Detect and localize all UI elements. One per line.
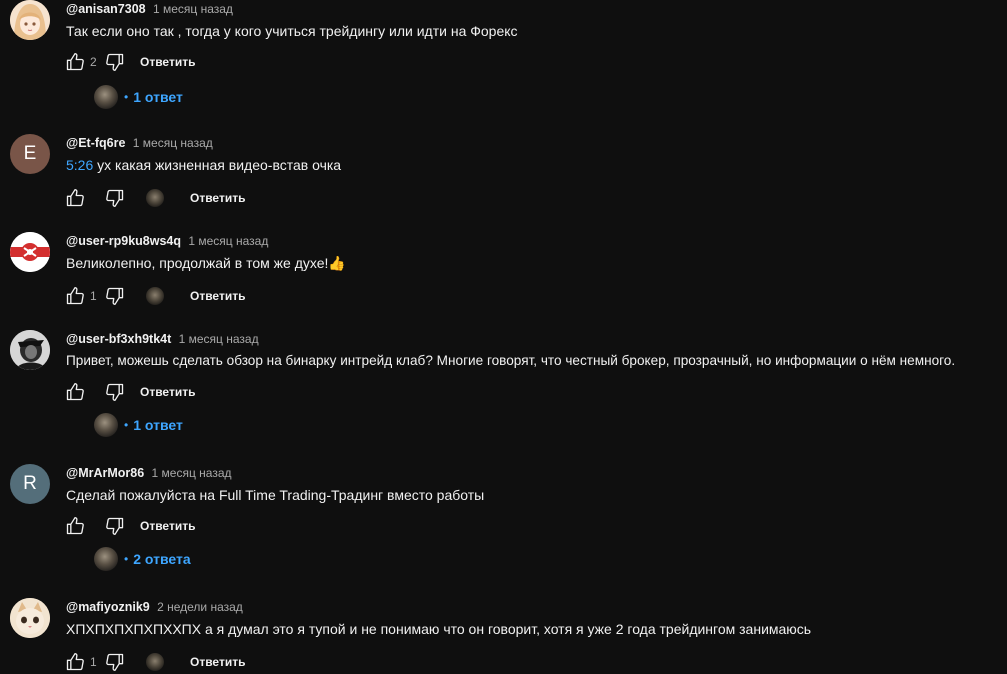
dislike-button[interactable] bbox=[104, 187, 126, 209]
comment-header: @anisan7308 1 месяц назад bbox=[66, 1, 233, 17]
dot-separator: • bbox=[124, 552, 129, 566]
cat-photo-avatar-icon bbox=[10, 598, 50, 638]
creator-heart-icon bbox=[146, 287, 164, 305]
thumb-up-icon bbox=[66, 517, 84, 535]
view-replies-button[interactable]: • 1 ответ bbox=[94, 84, 183, 110]
avatar[interactable] bbox=[10, 330, 50, 370]
comment-text: Привет, можешь сделать обзор на бинарку … bbox=[66, 351, 955, 371]
reply-button[interactable]: Ответить bbox=[140, 55, 195, 69]
comment-author[interactable]: @user-bf3xh9tk4t bbox=[66, 332, 171, 346]
comment-date[interactable]: 1 месяц назад bbox=[153, 2, 233, 16]
flag-emblem-avatar-icon bbox=[10, 232, 50, 272]
thumb-down-icon bbox=[106, 517, 124, 535]
comment-text-body: Привет, можешь сделать обзор на бинарку … bbox=[66, 353, 956, 368]
thumb-up-icon bbox=[66, 383, 84, 401]
thumb-down-icon bbox=[106, 189, 124, 207]
comment-author[interactable]: @Et-fq6re bbox=[66, 136, 125, 150]
comment-actions: Ответить bbox=[64, 186, 245, 210]
creator-heart-icon bbox=[146, 189, 164, 207]
dot-separator: • bbox=[124, 90, 129, 104]
like-button[interactable] bbox=[64, 51, 86, 73]
comment-date[interactable]: 1 месяц назад bbox=[152, 466, 232, 480]
comment-text: ХПХПХПХПХПХХПХ а я думал это я тупой и н… bbox=[66, 619, 811, 639]
comment-header: @MrArMor86 1 месяц назад bbox=[66, 465, 232, 481]
comment-actions: Ответить bbox=[64, 380, 195, 404]
thumb-up-icon bbox=[66, 287, 84, 305]
comment-text: 5:26 ух какая жизненная видео-встав очка bbox=[66, 155, 341, 175]
thumb-down-icon bbox=[106, 53, 124, 72]
thumb-up-icon bbox=[66, 53, 84, 71]
like-button[interactable] bbox=[64, 651, 86, 673]
comment-author[interactable]: @anisan7308 bbox=[66, 2, 146, 16]
avatar[interactable] bbox=[10, 598, 50, 638]
dislike-button[interactable] bbox=[104, 651, 126, 673]
like-count: 1 bbox=[90, 655, 97, 669]
comment-text-body: Так если оно так , тогда у кого учиться … bbox=[66, 23, 518, 39]
anime-girl-avatar-icon bbox=[10, 0, 50, 40]
creator-avatar bbox=[94, 413, 118, 437]
creator-avatar bbox=[94, 85, 118, 109]
comment-header: @mafiyoznik9 2 недели назад bbox=[66, 599, 243, 615]
comment-date[interactable]: 1 месяц назад bbox=[133, 136, 213, 150]
comment-actions: Ответить bbox=[64, 514, 195, 538]
avatar[interactable] bbox=[10, 0, 50, 40]
dislike-button[interactable] bbox=[104, 285, 126, 307]
replies-count-link[interactable]: 1 ответ bbox=[133, 89, 183, 105]
reply-button[interactable]: Ответить bbox=[140, 385, 195, 399]
comment-header: @user-bf3xh9tk4t 1 месяц назад bbox=[66, 331, 259, 347]
replies-count-link[interactable]: 2 ответа bbox=[133, 551, 190, 567]
thumb-down-icon bbox=[106, 287, 124, 305]
comment-text-body: Сделай пожалуйста на Full Time Trading-Т… bbox=[66, 487, 485, 503]
dot-separator: • bbox=[124, 418, 129, 432]
dislike-button[interactable] bbox=[104, 51, 126, 73]
comment-header: @Et-fq6re 1 месяц назад bbox=[66, 135, 213, 151]
like-button[interactable] bbox=[64, 381, 86, 403]
comment-date[interactable]: 1 месяц назад bbox=[188, 234, 268, 248]
bw-photo-avatar-icon bbox=[10, 330, 50, 370]
like-count: 2 bbox=[90, 55, 97, 69]
avatar-letter: R bbox=[23, 473, 37, 494]
comment-author[interactable]: @mafiyoznik9 bbox=[66, 600, 150, 614]
like-button[interactable] bbox=[64, 285, 86, 307]
creator-heart-icon bbox=[146, 653, 164, 671]
comment-text-body: ух какая жизненная видео-встав очка bbox=[93, 157, 342, 173]
comment-text: Так если оно так , тогда у кого учиться … bbox=[66, 21, 518, 41]
thumb-down-icon bbox=[106, 653, 124, 671]
view-replies-button[interactable]: • 2 ответа bbox=[94, 546, 191, 572]
reply-button[interactable]: Ответить bbox=[190, 191, 245, 205]
dislike-button[interactable] bbox=[104, 381, 126, 403]
dislike-button[interactable] bbox=[104, 515, 126, 537]
creator-avatar bbox=[94, 547, 118, 571]
comment-actions: 2 Ответить bbox=[64, 50, 195, 74]
like-count: 1 bbox=[90, 289, 97, 303]
comment-author[interactable]: @user-rp9ku8ws4q bbox=[66, 234, 181, 248]
comment-date[interactable]: 2 недели назад bbox=[157, 600, 243, 614]
comment-author[interactable]: @MrArMor86 bbox=[66, 466, 144, 480]
like-button[interactable] bbox=[64, 187, 86, 209]
avatar[interactable]: R bbox=[10, 464, 50, 504]
like-button[interactable] bbox=[64, 515, 86, 537]
view-replies-button[interactable]: • 1 ответ bbox=[94, 412, 183, 438]
replies-count-link[interactable]: 1 ответ bbox=[133, 417, 183, 433]
comment-actions: 1 Ответить bbox=[64, 284, 245, 308]
thumb-up-icon bbox=[66, 653, 84, 671]
avatar-letter: E bbox=[23, 143, 37, 164]
reply-button[interactable]: Ответить bbox=[190, 655, 245, 669]
reply-button[interactable]: Ответить bbox=[140, 519, 195, 533]
comment-text: Сделай пожалуйста на Full Time Trading-Т… bbox=[66, 485, 484, 505]
comment-header: @user-rp9ku8ws4q 1 месяц назад bbox=[66, 233, 268, 249]
avatar[interactable] bbox=[10, 232, 50, 272]
thumb-down-icon bbox=[106, 383, 124, 401]
comment-text-body: ХПХПХПХПХПХХПХ а я думал это я тупой и н… bbox=[66, 621, 812, 637]
comment-date[interactable]: 1 месяц назад bbox=[179, 332, 259, 346]
comment-text: Великолепно, продолжай в том же духе!👍 bbox=[66, 253, 346, 273]
comment-actions: 1 Ответить bbox=[64, 650, 245, 674]
avatar[interactable]: E bbox=[10, 134, 50, 174]
reply-button[interactable]: Ответить bbox=[190, 289, 245, 303]
thumb-up-icon bbox=[66, 189, 84, 207]
comment-text-body: Великолепно, продолжай в том же духе!👍 bbox=[66, 255, 346, 271]
timestamp-link[interactable]: 5:26 bbox=[66, 157, 93, 173]
